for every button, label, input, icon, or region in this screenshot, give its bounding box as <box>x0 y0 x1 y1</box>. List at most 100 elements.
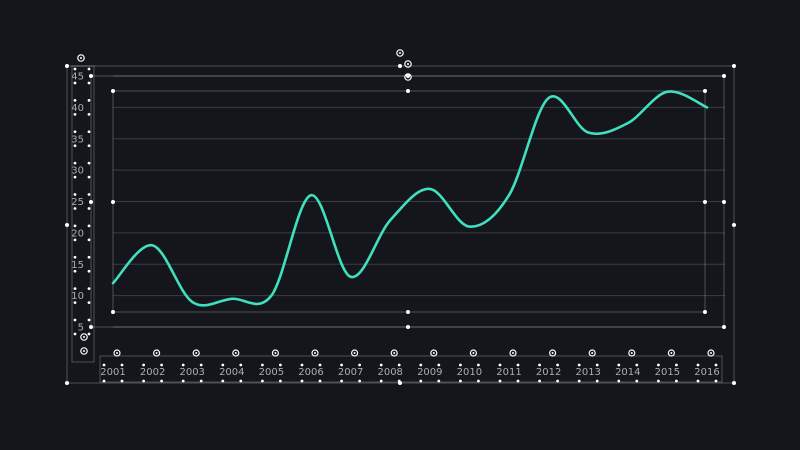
rotate-handle-icon[interactable] <box>509 349 517 357</box>
tick-label-handle[interactable] <box>87 161 91 165</box>
tick-label-handle[interactable] <box>87 269 91 273</box>
tick-label-handle[interactable] <box>87 224 91 228</box>
tick-label-handle[interactable] <box>87 144 91 148</box>
resize-handle[interactable] <box>732 223 736 227</box>
tick-label-handle[interactable] <box>73 67 77 71</box>
resize-handle[interactable] <box>732 64 736 68</box>
resize-handle[interactable] <box>89 200 93 204</box>
tick-label-handle[interactable] <box>595 363 599 367</box>
tick-label-handle[interactable] <box>459 379 462 383</box>
resize-handle[interactable] <box>65 223 69 227</box>
rotate-handle-icon[interactable] <box>430 349 438 357</box>
rotate-handle-icon[interactable] <box>588 349 596 357</box>
tick-label-handle[interactable] <box>459 363 462 367</box>
resize-handle[interactable] <box>406 89 410 93</box>
tick-label-handle[interactable] <box>617 379 621 383</box>
tick-label-handle[interactable] <box>595 379 599 383</box>
tick-label-handle[interactable] <box>714 379 718 383</box>
tick-label-handle[interactable] <box>87 255 91 259</box>
resize-handle[interactable] <box>89 325 93 329</box>
rotate-handle-icon[interactable] <box>80 347 88 355</box>
rotate-handle-icon[interactable] <box>113 349 121 357</box>
tick-label-handle[interactable] <box>279 363 282 367</box>
tick-label-handle[interactable] <box>419 379 423 383</box>
resize-handle[interactable] <box>406 310 410 314</box>
tick-label-handle[interactable] <box>221 379 225 383</box>
tick-label-handle[interactable] <box>498 363 502 367</box>
tick-label-handle[interactable] <box>87 67 91 71</box>
tick-label-handle[interactable] <box>300 363 304 367</box>
tick-label-handle[interactable] <box>73 175 77 179</box>
tick-label-handle[interactable] <box>87 318 91 322</box>
tick-label-handle[interactable] <box>87 130 91 134</box>
tick-label-handle[interactable] <box>87 332 91 336</box>
tick-label-handle[interactable] <box>358 363 361 367</box>
selection-handles[interactable] <box>65 49 736 385</box>
tick-label-handle[interactable] <box>340 363 343 367</box>
tick-label-handle[interactable] <box>617 363 621 367</box>
resize-handle[interactable] <box>732 381 736 385</box>
rotate-handle-icon[interactable] <box>77 54 85 62</box>
rotate-handle-icon[interactable] <box>153 349 161 357</box>
resize-handle[interactable] <box>406 325 410 329</box>
rotate-handle-icon[interactable] <box>192 349 200 357</box>
tick-label-handle[interactable] <box>318 363 322 367</box>
tick-label-handle[interactable] <box>675 379 678 383</box>
tick-label-handle[interactable] <box>657 363 660 367</box>
tick-label-handle[interactable] <box>556 363 559 367</box>
resize-handle[interactable] <box>703 89 707 93</box>
tick-label-handle[interactable] <box>73 224 77 228</box>
tick-label-handle[interactable] <box>73 161 77 165</box>
resize-handle[interactable] <box>111 89 115 93</box>
rotate-handle-icon[interactable] <box>232 349 240 357</box>
tick-label-handle[interactable] <box>239 363 243 367</box>
resize-handle[interactable] <box>89 74 93 78</box>
tick-label-handle[interactable] <box>714 363 718 367</box>
tick-label-handle[interactable] <box>199 363 203 367</box>
rotate-handle-icon[interactable] <box>351 349 359 357</box>
tick-label-handle[interactable] <box>477 379 480 383</box>
tick-label-handle[interactable] <box>181 379 185 383</box>
tick-label-handle[interactable] <box>538 379 541 383</box>
tick-label-handle[interactable] <box>73 144 77 148</box>
tick-label-handle[interactable] <box>87 81 91 85</box>
tick-label-handle[interactable] <box>120 379 124 383</box>
tick-label-handle[interactable] <box>635 363 639 367</box>
tick-label-handle[interactable] <box>87 175 91 179</box>
tick-label-handle[interactable] <box>577 379 581 383</box>
tick-label-handle[interactable] <box>73 112 77 116</box>
resize-handle[interactable] <box>722 325 726 329</box>
tick-label-handle[interactable] <box>657 379 660 383</box>
rotate-handle-icon[interactable] <box>707 349 715 357</box>
rotate-handle-icon[interactable] <box>271 349 279 357</box>
resize-handle[interactable] <box>111 310 115 314</box>
tick-label-handle[interactable] <box>696 363 700 367</box>
tick-label-handle[interactable] <box>498 379 502 383</box>
rotate-handle-icon[interactable] <box>390 349 398 357</box>
tick-label-handle[interactable] <box>160 363 164 367</box>
tick-label-handle[interactable] <box>239 379 243 383</box>
tick-label-handle[interactable] <box>73 238 77 242</box>
tick-label-handle[interactable] <box>397 363 401 367</box>
resize-handle[interactable] <box>111 200 115 204</box>
tick-label-handle[interactable] <box>87 112 91 116</box>
tick-label-handle[interactable] <box>379 379 383 383</box>
tick-label-handle[interactable] <box>73 318 77 322</box>
tick-label-handle[interactable] <box>87 193 91 196</box>
tick-label-handle[interactable] <box>87 287 91 291</box>
tick-label-handle[interactable] <box>675 363 678 367</box>
tick-label-handle[interactable] <box>221 363 225 367</box>
x-axis[interactable]: 2001 2002 2003 2004 2005 2006 2007 2008 2009 2010… <box>100 367 719 378</box>
rotate-handle-icon[interactable] <box>80 333 88 341</box>
tick-label-handle[interactable] <box>696 379 700 383</box>
tick-label-handle[interactable] <box>516 379 520 383</box>
tick-label-handle[interactable] <box>73 332 77 336</box>
tick-label-handle[interactable] <box>516 363 520 367</box>
rotate-handle-icon[interactable] <box>548 349 557 357</box>
tick-label-handle[interactable] <box>73 269 77 273</box>
tick-label-handle[interactable] <box>73 255 77 259</box>
tick-label-handle[interactable] <box>419 363 423 367</box>
tick-label-handle[interactable] <box>538 363 541 367</box>
rotate-handle-icon[interactable] <box>396 49 404 57</box>
tick-label-handle[interactable] <box>87 98 91 102</box>
